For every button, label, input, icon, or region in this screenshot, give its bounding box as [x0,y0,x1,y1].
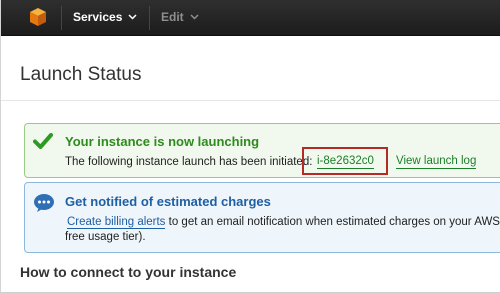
top-nav-bar: Services Edit [1,0,500,36]
edit-label: Edit [161,10,184,24]
chat-bubble-icon [34,194,54,212]
view-launch-log-link[interactable]: View launch log [396,155,477,169]
chevron-down-icon [190,14,199,20]
checkmark-icon [33,133,53,149]
billing-message-line2: free usage tier). [65,231,146,243]
instance-id-highlight [302,147,388,175]
page-title: Launch Status [20,64,142,85]
aws-cube-icon[interactable] [28,7,48,27]
success-message: The following instance launch has been i… [65,156,313,168]
billing-heading: Get notified of estimated charges [65,194,271,209]
nav-divider [61,6,62,30]
success-heading: Your instance is now launching [65,134,260,149]
services-label: Services [73,10,123,24]
billing-info-panel: Get notified of estimated charges Create… [24,182,500,253]
billing-message-line1: Create billing alerts to get an email no… [67,216,500,229]
edit-menu[interactable]: Edit [161,10,199,24]
title-divider [1,100,500,101]
billing-message-text: to get an email notification when estima… [165,216,500,228]
chevron-down-icon [128,14,137,20]
success-notice-panel: Your instance is now launching The follo… [24,123,500,178]
create-billing-alerts-link[interactable]: Create billing alerts [67,216,166,229]
connect-section-heading: How to connect to your instance [20,264,237,280]
nav-divider [149,6,150,30]
browser-frame: Services Edit Launch Status Your instanc… [0,0,500,293]
services-menu[interactable]: Services [73,10,137,24]
